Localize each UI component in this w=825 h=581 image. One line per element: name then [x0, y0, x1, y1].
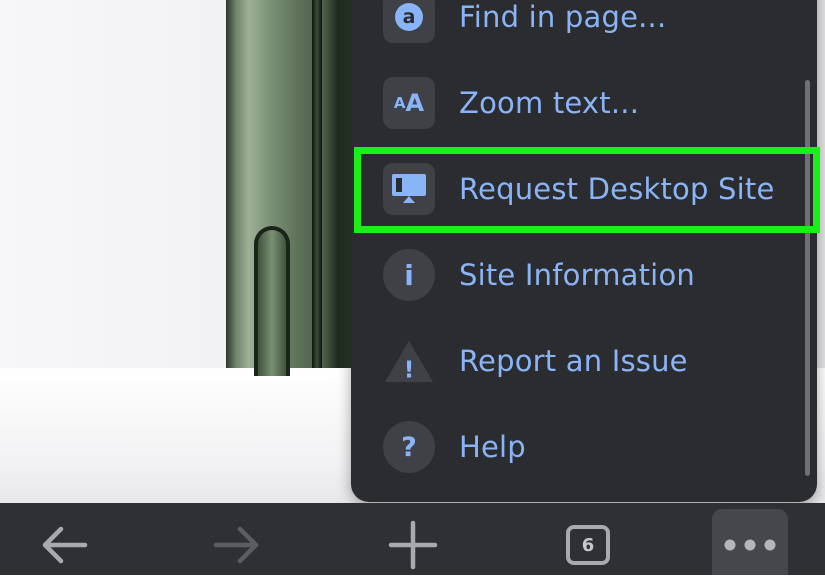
menu-item-label: Report an Issue	[459, 344, 688, 378]
menu-item-label: Site Information	[459, 258, 695, 292]
menu-scrollbar[interactable]	[805, 80, 810, 476]
menu-item-zoom-text[interactable]: AA Zoom text...	[351, 60, 817, 146]
svg-text:!: !	[404, 357, 415, 383]
forward-button[interactable]	[205, 509, 271, 581]
info-icon: i	[383, 249, 435, 301]
back-button[interactable]	[30, 509, 96, 581]
menu-item-help[interactable]: ? Help	[351, 404, 817, 490]
find-in-page-icon: a	[383, 0, 435, 43]
menu-item-label: Help	[459, 430, 526, 464]
zoom-text-icon: AA	[383, 77, 435, 129]
phone-product-image	[226, 0, 366, 376]
help-icon: ?	[383, 421, 435, 473]
tab-switcher-button[interactable]: 6	[562, 509, 614, 581]
forward-arrow-icon	[213, 526, 259, 564]
warning-icon: !	[383, 335, 435, 387]
menu-item-site-information[interactable]: i Site Information	[351, 232, 817, 318]
menu-item-report-issue[interactable]: ! Report an Issue	[351, 318, 817, 404]
menu-item-label: Find in page...	[459, 0, 667, 34]
tab-count-badge: 6	[566, 525, 610, 565]
highlight-box	[354, 147, 820, 233]
menu-item-find-in-page[interactable]: a Find in page...	[351, 0, 817, 60]
overflow-menu: a Find in page... AA Zoom text... Reques…	[351, 0, 817, 502]
more-menu-button[interactable]	[712, 509, 788, 581]
menu-item-label: Zoom text...	[459, 86, 640, 120]
phone-side-button	[254, 226, 290, 376]
more-dots-icon	[724, 539, 776, 551]
plus-icon	[388, 520, 438, 570]
svg-text:a: a	[403, 6, 416, 28]
new-tab-button[interactable]	[382, 509, 444, 581]
back-arrow-icon	[42, 526, 88, 564]
